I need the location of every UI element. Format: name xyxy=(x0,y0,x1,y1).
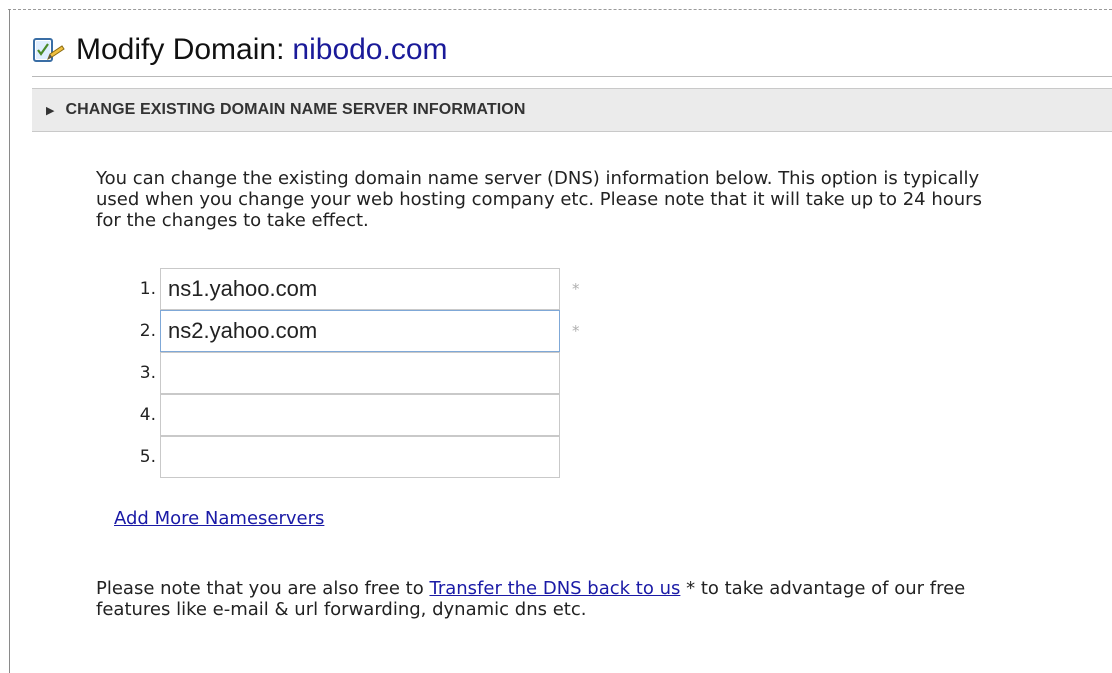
transfer-dns-link[interactable]: Transfer the DNS back to us xyxy=(429,578,680,599)
top-dashed-border xyxy=(8,9,1112,10)
nameserver-row-2: 2. * xyxy=(104,310,580,352)
nameserver-3-input[interactable] xyxy=(160,352,560,394)
add-more-nameservers-link[interactable]: Add More Nameservers xyxy=(114,508,324,529)
nameserver-4-input[interactable] xyxy=(160,394,560,436)
section-title: CHANGE EXISTING DOMAIN NAME SERVER INFOR… xyxy=(65,101,526,118)
edit-form-icon xyxy=(33,38,65,62)
domain-name: nibodo.com xyxy=(292,33,448,66)
nameserver-5-input[interactable] xyxy=(160,436,560,478)
page-title-prefix: Modify Domain: xyxy=(76,33,285,66)
nameserver-number: 2. xyxy=(139,321,156,341)
nameserver-row-3: 3. xyxy=(104,352,580,394)
section-header[interactable]: ▶ CHANGE EXISTING DOMAIN NAME SERVER INF… xyxy=(32,88,1112,132)
nameserver-number: 4. xyxy=(139,405,156,425)
footer-text-before: Please note that you are also free to xyxy=(96,578,430,599)
intro-text: You can change the existing domain name … xyxy=(96,168,982,231)
triangle-right-icon: ▶ xyxy=(46,103,55,117)
nameserver-number: 5. xyxy=(139,447,156,467)
nameserver-list: 1. * 2. * 3. 4. 5. xyxy=(104,268,580,478)
nameserver-row-1: 1. * xyxy=(104,268,580,310)
left-border xyxy=(9,9,10,673)
nameserver-number: 3. xyxy=(139,363,156,383)
required-asterisk: * xyxy=(572,280,580,298)
nameserver-2-input[interactable] xyxy=(160,310,560,352)
title-divider xyxy=(32,76,1112,77)
nameserver-row-5: 5. xyxy=(104,436,580,478)
page-title-row: Modify Domain: nibodo.com xyxy=(32,30,448,70)
nameserver-number: 1. xyxy=(139,279,156,299)
nameserver-1-input[interactable] xyxy=(160,268,560,310)
footer-note: Please note that you are also free to Tr… xyxy=(96,578,1006,620)
required-asterisk: * xyxy=(572,322,580,340)
page-title: Modify Domain: nibodo.com xyxy=(76,33,448,67)
nameserver-row-4: 4. xyxy=(104,394,580,436)
